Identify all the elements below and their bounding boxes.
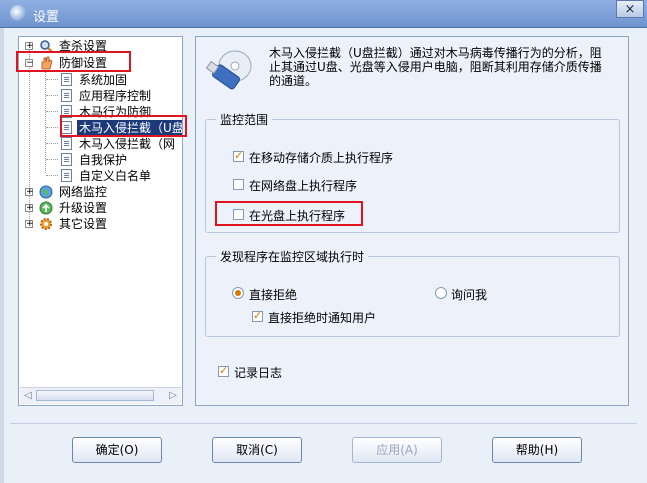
tree-item-app-control[interactable]: 应用程序控制: [19, 88, 182, 104]
tree-item-whitelist[interactable]: 自定义白名单: [19, 168, 182, 184]
cancel-button[interactable]: 取消(C): [212, 437, 302, 463]
tree-item-label: 其它设置: [59, 217, 108, 231]
notify-user-checkbox[interactable]: [252, 309, 263, 322]
gear-icon: [40, 218, 52, 230]
update-icon: [39, 201, 53, 215]
tree-item-label: 自我保护: [79, 153, 128, 167]
globe-icon: [39, 185, 53, 199]
expand-icon[interactable]: +: [25, 42, 34, 51]
removable-media-checkbox[interactable]: [233, 149, 244, 162]
highlight-box-usb: [60, 115, 187, 137]
footer-divider: [10, 423, 637, 424]
highlight-box-optical: [215, 201, 363, 226]
expand-icon[interactable]: +: [25, 188, 34, 197]
network-drive-checkbox[interactable]: [233, 179, 244, 190]
tree-item-label: 系统加固: [79, 73, 128, 87]
ok-button[interactable]: 确定(O): [72, 437, 162, 463]
scroll-left-icon[interactable]: ◁: [21, 389, 35, 403]
tree-item-update-settings[interactable]: + 升级设置: [19, 200, 182, 216]
tree-item-network-monitor[interactable]: + 网络监控: [19, 184, 182, 200]
highlight-box-defense: [16, 51, 131, 72]
tree-horizontal-scrollbar[interactable]: ◁ ▷: [20, 387, 181, 404]
feature-description: 木马入侵拦截（U盘拦截）通过对木马病毒传播行为的分析，阻止其通过U盘、光盘等入侵…: [269, 46, 602, 88]
tree-item-self-protect[interactable]: 自我保护: [19, 152, 182, 168]
ask-radio-label[interactable]: 询问我: [451, 286, 487, 303]
tree-item-label: 自定义白名单: [79, 169, 152, 183]
on-detect-legend: 发现程序在监控区域执行时: [220, 250, 365, 264]
close-button[interactable]: ×: [616, 0, 644, 18]
log-checkbox[interactable]: [218, 364, 229, 377]
ask-radio[interactable]: [435, 287, 447, 299]
title-bar[interactable]: 设置 ×: [0, 0, 647, 28]
block-radio[interactable]: [232, 287, 244, 299]
scroll-thumb[interactable]: [36, 390, 154, 401]
scroll-right-icon[interactable]: ▷: [166, 389, 180, 403]
network-drive-label[interactable]: 在网络盘上执行程序: [249, 177, 357, 194]
page-icon: [61, 137, 72, 150]
tree-item-other-settings[interactable]: + 其它设置: [19, 216, 182, 232]
monitor-scope-legend: 监控范围: [220, 113, 269, 127]
window-edge: [0, 27, 4, 483]
page-icon: [61, 73, 72, 86]
tree-item-label: 木马入侵拦截（网: [79, 137, 176, 151]
expand-icon[interactable]: +: [25, 220, 34, 229]
page-icon: [61, 153, 72, 166]
tree-item-label: 应用程序控制: [79, 89, 152, 103]
block-radio-label[interactable]: 直接拒绝: [249, 286, 297, 303]
settings-tree[interactable]: + 查杀设置 − 防御设置 系统加固 应用程序控制 木马行为防御 木马入侵拦截（…: [18, 36, 183, 406]
expand-icon[interactable]: +: [25, 204, 34, 213]
help-button[interactable]: 帮助(H): [492, 437, 582, 463]
window-title: 设置: [33, 10, 60, 25]
notify-user-label[interactable]: 直接拒绝时通知用户: [268, 309, 376, 326]
tree-item-label: 升级设置: [59, 201, 108, 215]
settings-window: 设置 × + 查杀设置 − 防御设置 系统加固 应用程序控制 木马行为防御 木马…: [0, 0, 647, 483]
usb-disc-icon: [205, 50, 252, 90]
page-icon: [61, 169, 72, 182]
tree-item-network-intercept[interactable]: 木马入侵拦截（网: [19, 136, 182, 152]
log-label[interactable]: 记录日志: [234, 364, 282, 381]
removable-media-label[interactable]: 在移动存储介质上执行程序: [249, 149, 393, 166]
tree-item-system-hardening[interactable]: 系统加固: [19, 72, 182, 88]
app-shield-icon: [10, 5, 26, 21]
tree-item-label: 网络监控: [59, 185, 108, 199]
page-icon: [61, 89, 72, 102]
apply-button[interactable]: 应用(A): [352, 437, 442, 463]
